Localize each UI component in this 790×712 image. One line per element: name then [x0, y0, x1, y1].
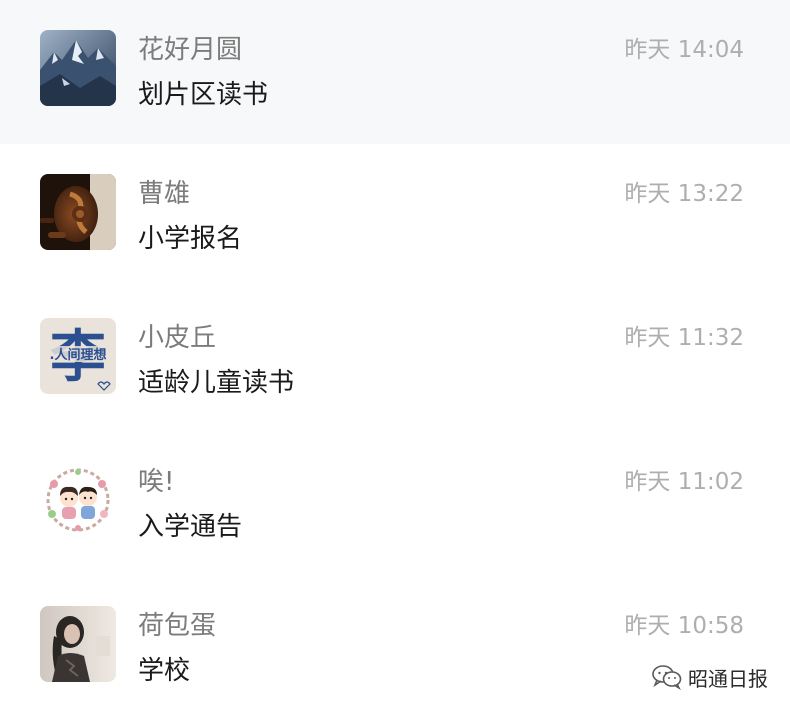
- message-time: 昨天 11:32: [624, 325, 744, 351]
- watermark-text: 昭通日报: [688, 666, 768, 691]
- last-message: 适龄儿童读书: [138, 368, 295, 398]
- chat-row-0[interactable]: 花好月圆 划片区读书 昨天 14:04: [0, 0, 790, 144]
- wechat-logo-icon: [652, 665, 682, 690]
- message-time: 昨天 11:02: [624, 469, 744, 495]
- contact-name: 曹雄: [138, 179, 191, 209]
- cartoon-couple-avatar: [40, 462, 116, 538]
- contact-name: 唉!: [138, 467, 175, 497]
- message-time: 昨天 10:58: [624, 613, 744, 639]
- message-time: 昨天 13:22: [624, 181, 744, 207]
- message-time: 昨天 14:04: [624, 37, 744, 63]
- svg-text:.人间理想: .人间理想: [50, 347, 107, 363]
- last-message: 划片区读书: [138, 80, 269, 110]
- chat-list: 花好月圆 划片区读书 昨天 14:04 曹雄 小学报名 昨天 13:22 .人间…: [0, 0, 790, 712]
- last-message: 学校: [138, 656, 191, 686]
- contact-name: 花好月圆: [138, 35, 243, 65]
- last-message: 入学通告: [138, 512, 243, 542]
- chat-row-3[interactable]: 唉! 入学通告 昨天 11:02: [0, 432, 790, 576]
- contact-name: 荷包蛋: [138, 611, 217, 641]
- girl-photo-avatar: [40, 606, 116, 682]
- violin-avatar: [40, 174, 116, 250]
- calligraphy-li-avatar: 李 .人间理想: [40, 318, 116, 394]
- chat-row-2[interactable]: 李 .人间理想 小皮丘 适龄儿童读书 昨天 11:32: [0, 288, 790, 432]
- mountain-avatar: [40, 30, 116, 106]
- chat-row-1[interactable]: 曹雄 小学报名 昨天 13:22: [0, 144, 790, 288]
- last-message: 小学报名: [138, 224, 243, 254]
- contact-name: 小皮丘: [138, 323, 217, 353]
- source-watermark: 昭通日报: [652, 660, 768, 694]
